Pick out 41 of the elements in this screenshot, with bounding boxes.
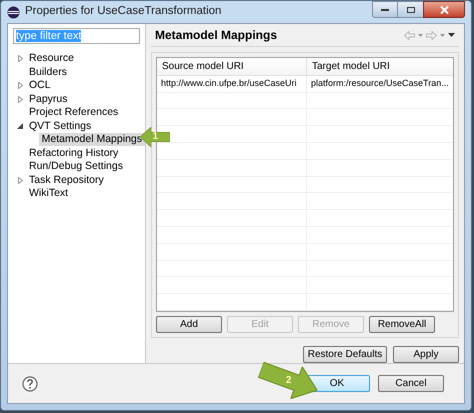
tree-item[interactable]: Resource bbox=[26, 52, 77, 66]
dialog-button[interactable]: Add bbox=[156, 316, 222, 333]
maximize-button[interactable] bbox=[398, 1, 423, 18]
dropdown-icon[interactable] bbox=[440, 34, 445, 36]
tree-item[interactable]: WikiText bbox=[26, 187, 72, 200]
close-button[interactable] bbox=[423, 1, 465, 18]
back-icon[interactable] bbox=[404, 30, 415, 40]
dialog-button[interactable]: Restore Defaults bbox=[303, 346, 387, 363]
table-cell: http://www.cin.ufpe.br/useCaseUri bbox=[157, 76, 307, 92]
column-header[interactable]: Target model URI bbox=[307, 58, 453, 75]
collapse-triangle-icon[interactable] bbox=[17, 123, 23, 130]
expand-triangle-icon[interactable] bbox=[18, 55, 22, 62]
help-icon[interactable] bbox=[22, 376, 38, 392]
tree-item[interactable]: Papyrus bbox=[26, 92, 71, 106]
dropdown-icon[interactable] bbox=[418, 34, 423, 36]
app-icon bbox=[7, 6, 20, 18]
expand-triangle-icon[interactable] bbox=[18, 176, 22, 184]
close-icon bbox=[440, 6, 448, 14]
tree-item[interactable]: Refactoring History bbox=[26, 146, 122, 160]
view-menu-icon[interactable] bbox=[448, 33, 455, 37]
forward-icon[interactable] bbox=[426, 30, 437, 40]
column-header[interactable]: Source model URI bbox=[157, 58, 307, 75]
filter-text: type filter text bbox=[16, 30, 82, 42]
tree-item[interactable]: Run/Debug Settings bbox=[26, 160, 126, 174]
tree-item[interactable]: Metamodel Mappings bbox=[38, 133, 145, 146]
dialog-button[interactable]: RemoveAll bbox=[369, 316, 435, 333]
callout-number: 2 bbox=[286, 374, 292, 386]
dialog-button[interactable]: Apply bbox=[393, 346, 459, 363]
dialog-button[interactable]: Cancel bbox=[378, 375, 444, 392]
tree-item[interactable]: QVT Settings bbox=[26, 120, 94, 133]
tree-item[interactable]: OCL bbox=[26, 79, 54, 92]
window-title: Properties for UseCaseTransformation bbox=[25, 4, 222, 20]
tree-item[interactable]: Task Repository bbox=[26, 174, 107, 187]
callout-number: 1 bbox=[152, 132, 158, 142]
tree-item[interactable]: Builders bbox=[26, 66, 70, 79]
tree-item[interactable]: Project References bbox=[26, 106, 122, 120]
table-cell-text: platform:/resource/UseCaseTran... bbox=[310, 76, 450, 90]
expand-triangle-icon[interactable] bbox=[18, 96, 22, 103]
page-title: Metamodel Mappings bbox=[155, 27, 278, 44]
expand-triangle-icon[interactable] bbox=[18, 82, 22, 90]
minimize-button[interactable] bbox=[372, 1, 398, 18]
